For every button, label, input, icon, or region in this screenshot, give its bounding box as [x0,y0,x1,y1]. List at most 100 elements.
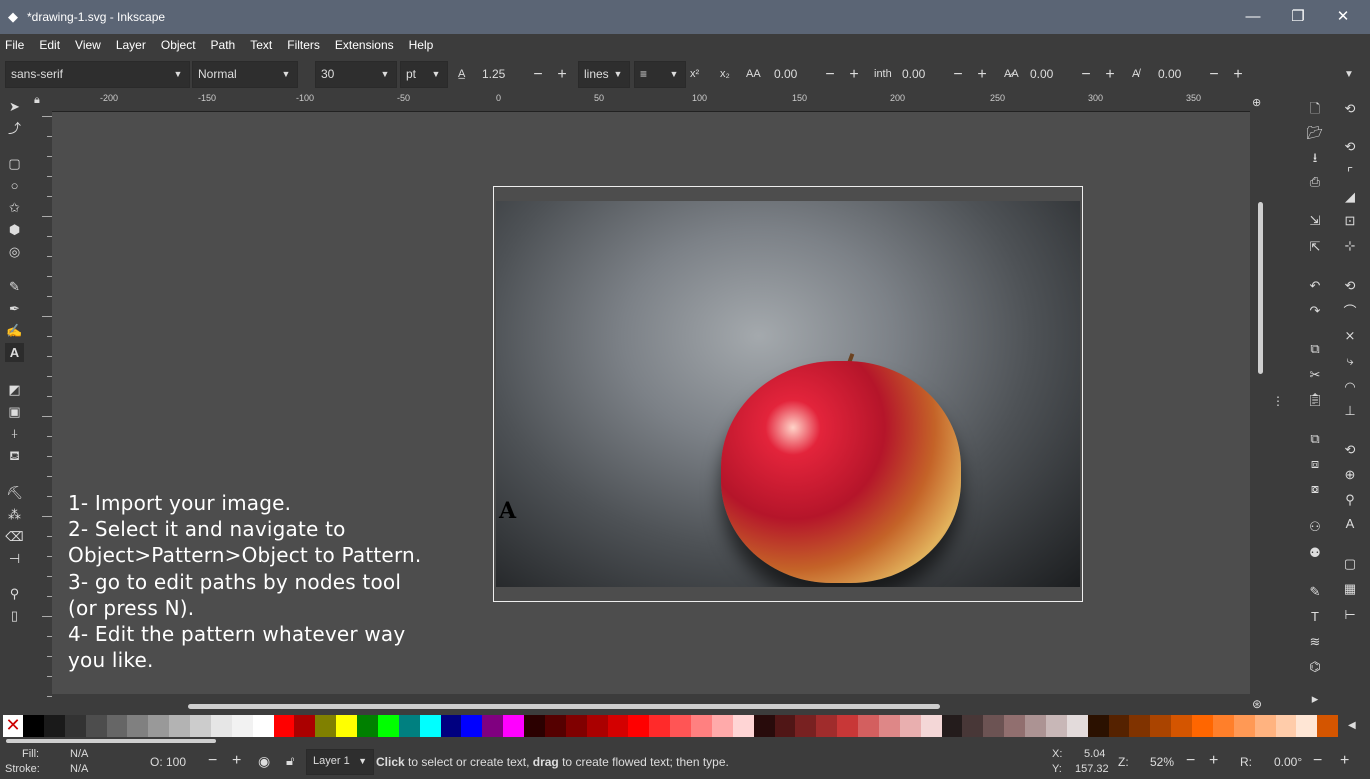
menu-edit[interactable]: Edit [39,38,60,52]
color-swatch[interactable] [357,715,378,737]
color-swatch[interactable] [962,715,984,737]
snap-toggle-icon[interactable]: ⟲ [1339,98,1361,120]
line-height-unit-combo[interactable]: lines ▼ [578,61,630,88]
font-family-combo[interactable]: sans-serif ▼ [5,61,190,88]
plus-icon[interactable]: + [232,752,241,770]
snap-cusp-icon[interactable]: ⤷ [1339,350,1361,372]
calligraphy-tool-icon[interactable]: ✍ [5,321,24,340]
guide-lock-icon[interactable]: 🔒︎ [34,94,40,107]
color-swatch[interactable] [691,715,712,737]
mesh-tool-icon[interactable]: ▣ [5,402,24,421]
ungroup-icon[interactable]: ⚉ [1304,542,1326,564]
plus-icon[interactable]: + [1230,61,1246,88]
color-swatch[interactable] [377,715,399,737]
copy-icon[interactable]: ⧉ [1304,338,1326,360]
eye-visibility-icon[interactable]: ◉ [258,753,270,770]
kerning-input[interactable]: 0.00 [1030,61,1053,88]
eraser-tool-icon[interactable]: ⌫ [5,527,24,546]
color-swatch[interactable] [169,715,190,737]
menu-object[interactable]: Object [161,38,196,52]
plus-icon[interactable]: + [554,61,570,88]
color-swatch[interactable] [148,715,170,737]
color-swatch[interactable] [85,715,107,737]
minimize-button[interactable]: — [1230,0,1276,34]
plus-icon[interactable]: + [1340,752,1349,770]
color-swatch[interactable] [1045,715,1067,737]
maximize-button[interactable]: ❐ [1275,0,1321,34]
minus-icon[interactable]: − [950,61,966,88]
snap-text-baseline-icon[interactable]: A [1339,513,1361,535]
chevron-down-icon[interactable]: ▼ [279,62,293,87]
color-swatch[interactable] [210,715,232,737]
export-icon[interactable]: ⇱ [1304,236,1326,258]
import-icon[interactable]: ⇲ [1304,210,1326,232]
menu-help[interactable]: Help [409,38,434,52]
color-swatch[interactable] [252,715,274,737]
color-swatch[interactable] [398,715,420,737]
selector-tool-icon[interactable]: ➤ [5,97,24,116]
snap-bbox-edge-icon[interactable]: ⌜ [1339,162,1361,184]
color-swatch[interactable] [1004,715,1025,737]
color-swatch[interactable] [1129,715,1151,737]
pencil-tool-icon[interactable]: ✎ [5,277,24,296]
scroll-thumb[interactable] [6,739,216,743]
paste-icon[interactable]: 📋︎ [1304,389,1326,411]
spray-tool-icon[interactable]: ⁂ [5,505,24,524]
color-swatch[interactable] [816,715,838,737]
opacity-input[interactable]: 100 [166,755,186,769]
minus-icon[interactable]: − [1078,61,1094,88]
scroll-thumb[interactable] [1258,202,1263,374]
zoom-tool-icon[interactable]: ⚲ [5,584,24,603]
color-swatch[interactable] [127,715,149,737]
measure-tool-icon[interactable]: ▯ [5,606,24,625]
xml-editor-icon[interactable]: ⌬ [1304,656,1326,678]
color-swatch[interactable] [1212,715,1234,737]
snap-midpoint-icon[interactable]: ⊥ [1339,400,1361,422]
plus-icon[interactable]: + [974,61,990,88]
minus-icon[interactable]: − [208,752,217,770]
color-swatch[interactable] [1087,715,1109,737]
zoom-correction-icon[interactable]: ⊕ [1252,96,1261,109]
chevron-down-icon[interactable]: ▼ [378,62,392,87]
gradient-tool-icon[interactable]: ◩ [5,380,24,399]
color-swatch[interactable] [1254,715,1276,737]
snap-intersection-icon[interactable]: ⨯ [1339,325,1361,347]
color-swatch[interactable] [106,715,128,737]
paint-bucket-tool-icon[interactable]: ⛾ [5,446,24,465]
open-file-icon[interactable]: 📂︎ [1304,122,1326,144]
color-swatch[interactable] [1317,715,1339,737]
color-swatch[interactable] [231,715,253,737]
zoom-input[interactable]: 52% [1150,755,1174,769]
chevron-down-icon[interactable]: ▼ [429,62,443,87]
color-swatch[interactable] [64,715,86,737]
color-swatch[interactable] [1233,715,1255,737]
menu-view[interactable]: View [75,38,101,52]
color-swatch[interactable] [1066,715,1088,737]
color-swatch[interactable] [1150,715,1172,737]
apple-photo-pattern[interactable] [496,201,1080,587]
color-swatch[interactable] [920,715,942,737]
color-swatch[interactable] [649,715,671,737]
color-swatch[interactable] [899,715,921,737]
color-swatch[interactable] [858,715,879,737]
snap-path-icon[interactable]: ⌒ [1339,301,1361,323]
menu-layer[interactable]: Layer [116,38,146,52]
color-swatch[interactable] [461,715,483,737]
ellipse-tool-icon[interactable]: ○ [5,176,24,195]
close-button[interactable]: ✕ [1320,0,1366,34]
fill-value[interactable]: N/A [70,748,88,760]
line-height-input[interactable]: 1.25 [482,61,505,88]
node-tool-icon[interactable]: ⤴ [5,119,24,138]
font-unit-combo[interactable]: pt ▼ [400,61,448,88]
color-swatch[interactable] [524,715,545,737]
redo-icon[interactable]: ↷ [1304,300,1326,322]
color-swatch[interactable] [837,715,858,737]
color-swatch[interactable] [670,715,691,737]
color-swatch[interactable] [878,715,900,737]
plus-icon[interactable]: + [1102,61,1118,88]
color-swatch[interactable] [565,715,587,737]
palette-menu-icon[interactable]: ◀ [1348,720,1356,731]
color-swatch[interactable] [1192,715,1213,737]
3dbox-tool-icon[interactable]: ⬢ [5,220,24,239]
color-swatch[interactable] [419,715,441,737]
